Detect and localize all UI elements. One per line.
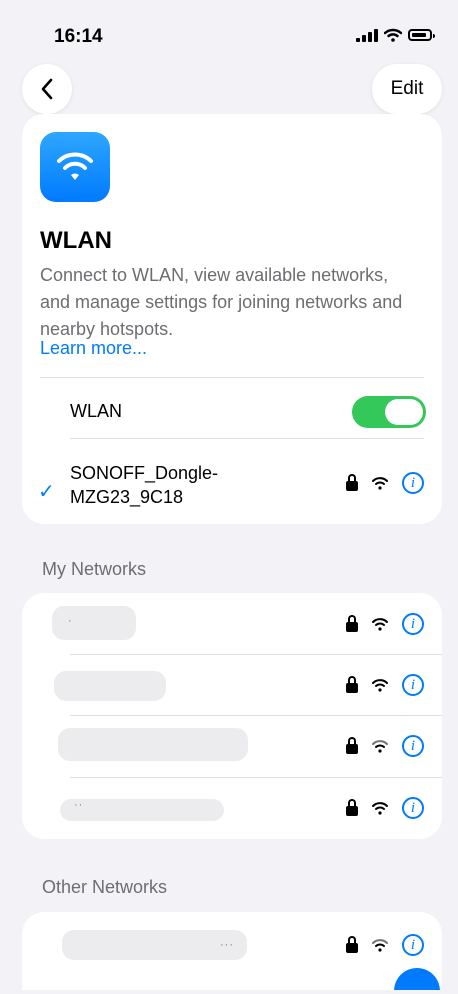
lock-icon: [346, 737, 358, 754]
network-row[interactable]: i: [22, 715, 442, 776]
wifi-icon: [372, 802, 388, 815]
my-networks-header: My Networks: [42, 559, 147, 579]
network-name-placeholder: [54, 671, 166, 701]
status-bar: 16:14: [4, 4, 454, 64]
wlan-app-icon: [40, 132, 110, 202]
info-icon[interactable]: i: [402, 797, 424, 819]
lock-icon: [346, 474, 358, 491]
wlan-card: WLAN Connect to WLAN, view available net…: [22, 114, 442, 524]
lock-icon: [346, 936, 358, 953]
network-icons: i: [346, 797, 424, 819]
status-wifi-icon: [384, 28, 402, 42]
lock-icon: [346, 799, 358, 816]
network-icons: i: [346, 613, 424, 635]
wlan-title: WLAN: [40, 227, 112, 254]
wlan-toggle-label: WLAN: [70, 401, 123, 421]
network-icons: i: [346, 735, 424, 757]
wifi-icon: [372, 939, 388, 952]
network-row[interactable]: i: [22, 654, 442, 715]
network-row[interactable]: ·· i: [22, 777, 442, 838]
wifi-icon: [57, 152, 93, 180]
status-time: 16:14: [54, 26, 103, 47]
info-icon[interactable]: i: [402, 735, 424, 757]
checkmark-icon: ✓: [38, 481, 55, 503]
network-name-dots: ·: [68, 615, 73, 627]
lock-icon: [346, 615, 358, 632]
wlan-description: Connect to WLAN, view available networks…: [40, 265, 403, 339]
network-row[interactable]: · i: [22, 593, 442, 654]
wifi-icon: [372, 477, 388, 490]
other-networks-list: ··· i: [22, 912, 442, 990]
network-name-placeholder: [58, 728, 248, 761]
network-icons: i: [346, 674, 424, 696]
other-networks-header: Other Networks: [42, 877, 168, 897]
wifi-icon: [372, 618, 388, 631]
network-name-dots: ···: [220, 939, 234, 951]
edit-button[interactable]: Edit: [372, 64, 442, 114]
connected-network-icons: i: [346, 472, 424, 494]
wlan-toggle[interactable]: [352, 396, 426, 428]
learn-more-link[interactable]: Learn more...: [40, 338, 147, 359]
divider: [40, 377, 424, 378]
status-icons: [356, 28, 435, 42]
battery-icon: [408, 29, 435, 41]
cellular-signal-icon: [356, 28, 378, 42]
network-name-placeholder: [52, 606, 136, 640]
info-icon[interactable]: i: [402, 674, 424, 696]
chevron-left-icon: [41, 78, 52, 100]
wifi-icon: [372, 679, 388, 692]
network-icons: i: [346, 934, 424, 956]
my-networks-list: · i i i ·· i: [22, 593, 442, 839]
lock-icon: [346, 676, 358, 693]
connected-network-name: SONOFF_Dongle- MZG23_9C18: [70, 463, 219, 507]
divider: [70, 438, 424, 439]
info-icon[interactable]: i: [402, 613, 424, 635]
network-row[interactable]: ··· i: [22, 912, 442, 973]
network-name-placeholder: [60, 799, 224, 821]
info-icon[interactable]: i: [402, 472, 424, 494]
settings-screen: 16:14 Edit WLAN Connect to WLAN, view av…: [4, 4, 454, 990]
info-icon[interactable]: i: [402, 934, 424, 956]
network-name-dots: ··: [74, 799, 84, 811]
back-button[interactable]: [22, 64, 72, 114]
wifi-icon: [372, 740, 388, 753]
